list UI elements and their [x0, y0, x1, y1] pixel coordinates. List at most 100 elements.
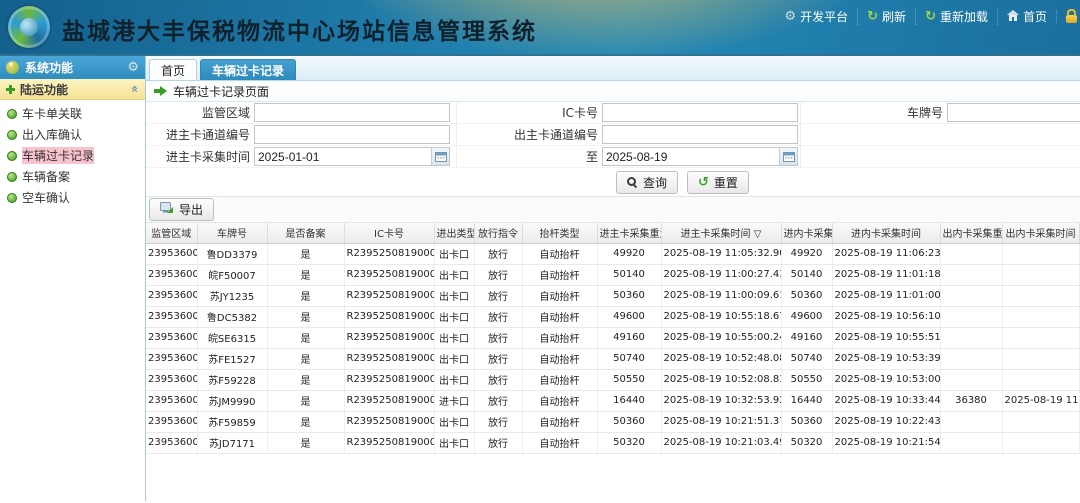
- table-cell: 皖SE6315: [197, 327, 267, 348]
- tab-label: 首页: [161, 62, 185, 79]
- search-button[interactable]: 查询: [616, 171, 678, 194]
- table-cell: 放行: [474, 264, 522, 285]
- column-header[interactable]: 进内卡采集时间: [832, 223, 940, 243]
- sidebar-item-vehicle-filing[interactable]: 车辆备案: [0, 166, 145, 187]
- nav-refresh[interactable]: ↻ 刷新: [857, 8, 915, 25]
- table-cell: 2025-08-19 11:01:18.967: [832, 264, 940, 285]
- table-cell: 50550: [781, 369, 832, 390]
- sidebar-group-land-transport[interactable]: 陆运功能 «: [0, 79, 145, 100]
- table-row[interactable]: 2395360001苏JM9990是R239525081900029进卡口放行自…: [146, 390, 1079, 411]
- gear-icon[interactable]: ⚙: [127, 60, 139, 75]
- column-header[interactable]: 抬杆类型: [522, 223, 597, 243]
- table-cell: 49600: [597, 306, 661, 327]
- column-header[interactable]: 出内卡采集时间: [1002, 223, 1079, 243]
- sidebar-header[interactable]: 系统功能 ⚙: [0, 56, 145, 79]
- table-row[interactable]: 2395360001苏JY1235是R239525081900020出卡口放行自…: [146, 285, 1079, 306]
- date-from-input[interactable]: [255, 150, 431, 164]
- nav-lock[interactable]: [1056, 10, 1080, 23]
- date-to-label: 至: [456, 146, 602, 168]
- nav-dev-platform[interactable]: ⚙ 开发平台: [775, 8, 857, 25]
- table-cell: 是: [267, 348, 344, 369]
- table-cell: 2025-08-19 10:53:00.077: [832, 369, 940, 390]
- column-header[interactable]: IC卡号: [344, 223, 434, 243]
- table-cell: 出卡口: [434, 285, 474, 306]
- table-row[interactable]: 2395360001鲁DD3379是R239525081900024出卡口放行自…: [146, 243, 1079, 264]
- plate-input[interactable]: [947, 103, 1080, 122]
- table-row[interactable]: 2395360001苏JD7171是R239525081900015出卡口放行自…: [146, 432, 1079, 453]
- out-channel-input[interactable]: [602, 125, 798, 144]
- table-row[interactable]: 2395360001苏FE1527是R239525081900033出卡口放行自…: [146, 348, 1079, 369]
- collect-time-label: 进主卡采集时间: [146, 146, 254, 168]
- calendar-icon[interactable]: [431, 148, 449, 165]
- table-row[interactable]: 2395360001苏F59859是R239525081900019出卡口放行自…: [146, 411, 1079, 432]
- table-cell: R239525081900021: [344, 306, 434, 327]
- nav-reload[interactable]: ↻ 重新加载: [915, 8, 997, 25]
- table-cell: 16440: [781, 390, 832, 411]
- export-button[interactable]: 导出: [149, 198, 214, 221]
- column-header[interactable]: 车牌号: [197, 223, 267, 243]
- column-header[interactable]: 出内卡采集重量: [940, 223, 1002, 243]
- reset-button[interactable]: ↺ 重置: [687, 171, 749, 194]
- nav-label: 开发平台: [800, 8, 848, 25]
- bullet-icon: [7, 151, 17, 161]
- panel-toggle-icon[interactable]: [6, 61, 19, 74]
- calendar-icon[interactable]: [779, 148, 797, 165]
- ic-card-input[interactable]: [602, 103, 798, 122]
- table-cell: R239525081900033: [344, 348, 434, 369]
- table-cell: [1002, 369, 1079, 390]
- sidebar-item-pass-records[interactable]: 车辆过卡记录: [0, 145, 145, 166]
- table-cell: 自动抬杆: [522, 306, 597, 327]
- table-cell: 苏FE1527: [197, 348, 267, 369]
- table-cell: [940, 285, 1002, 306]
- table-cell: 是: [267, 432, 344, 453]
- table-cell: R239525081900032: [344, 369, 434, 390]
- table-row[interactable]: 2395360001皖SE6315是R239525081900023出卡口放行自…: [146, 327, 1079, 348]
- in-channel-label: 进主卡通道编号: [146, 124, 254, 146]
- region-input[interactable]: [254, 103, 450, 122]
- table-cell: 2025-08-19 11:01:00.637: [832, 285, 940, 306]
- sidebar-item-empty-vehicle-confirm[interactable]: 空车确认: [0, 187, 145, 208]
- table-row[interactable]: 2395360001苏F59228是R239525081900032出卡口放行自…: [146, 369, 1079, 390]
- table-cell: 放行: [474, 243, 522, 264]
- table-cell: 出卡口: [434, 348, 474, 369]
- table-row[interactable]: 2395360001鲁DC5382是R239525081900021出卡口放行自…: [146, 306, 1079, 327]
- column-header[interactable]: 进出类型: [434, 223, 474, 243]
- table-cell: 49920: [597, 243, 661, 264]
- column-header[interactable]: 进主卡采集时间 ▽: [661, 223, 781, 243]
- table-cell: 自动抬杆: [522, 264, 597, 285]
- column-header[interactable]: 进主卡采集重量: [597, 223, 661, 243]
- column-header[interactable]: 是否备案: [267, 223, 344, 243]
- table-cell: 自动抬杆: [522, 285, 597, 306]
- tab-pass-records[interactable]: 车辆过卡记录: [200, 59, 296, 80]
- date-to-input[interactable]: [603, 150, 779, 164]
- nav-label: 重新加载: [940, 8, 988, 25]
- table-cell: 鲁DC5382: [197, 306, 267, 327]
- table-cell: 出卡口: [434, 243, 474, 264]
- tab-home[interactable]: 首页: [149, 59, 197, 80]
- table-cell: 50360: [597, 411, 661, 432]
- sidebar-item-vehicle-card-assoc[interactable]: 车卡单关联: [0, 103, 145, 124]
- table-cell: 2395360001: [146, 348, 197, 369]
- table-cell: 50360: [781, 285, 832, 306]
- table-cell: 出卡口: [434, 327, 474, 348]
- table-cell: 50360: [781, 411, 832, 432]
- app-header: 盐城港大丰保税物流中心场站信息管理系统 ⚙ 开发平台 ↻ 刷新 ↻ 重新加载 首…: [0, 0, 1080, 56]
- table-cell: 2395360001: [146, 306, 197, 327]
- table-cell: 放行: [474, 285, 522, 306]
- sidebar-item-inout-confirm[interactable]: 出入库确认: [0, 124, 145, 145]
- table-cell: 自动抬杆: [522, 327, 597, 348]
- column-header[interactable]: 进内卡采集重量: [781, 223, 832, 243]
- collapse-icon[interactable]: «: [128, 85, 142, 93]
- main-area: 系统功能 ⚙ 陆运功能 « 车卡单关联 出入库确认 车辆过卡记: [0, 56, 1080, 501]
- table-cell: 2025-08-19 11:02: [1002, 390, 1079, 411]
- column-header[interactable]: 放行指令: [474, 223, 522, 243]
- in-channel-input[interactable]: [254, 125, 450, 144]
- table-cell: [940, 411, 1002, 432]
- nav-label: 首页: [1023, 8, 1047, 25]
- table-row[interactable]: 2395360001皖F50007是R239525081900022出卡口放行自…: [146, 264, 1079, 285]
- records-table-head: 监管区域车牌号是否备案IC卡号进出类型放行指令抬杆类型进主卡采集重量进主卡采集时…: [146, 223, 1079, 243]
- table-cell: 50360: [597, 285, 661, 306]
- reset-button-label: 重置: [714, 174, 738, 191]
- nav-home[interactable]: 首页: [997, 8, 1056, 25]
- column-header[interactable]: 监管区域: [146, 223, 197, 243]
